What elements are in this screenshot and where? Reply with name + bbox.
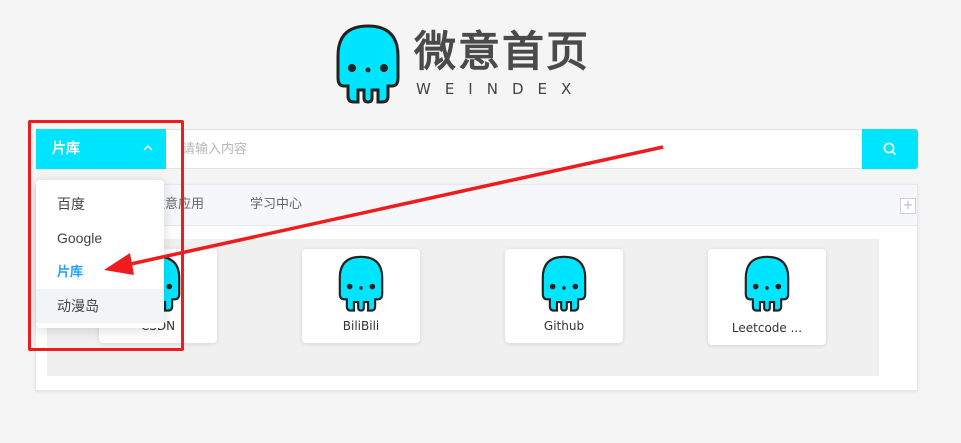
annotation-arrow: [104, 145, 664, 275]
